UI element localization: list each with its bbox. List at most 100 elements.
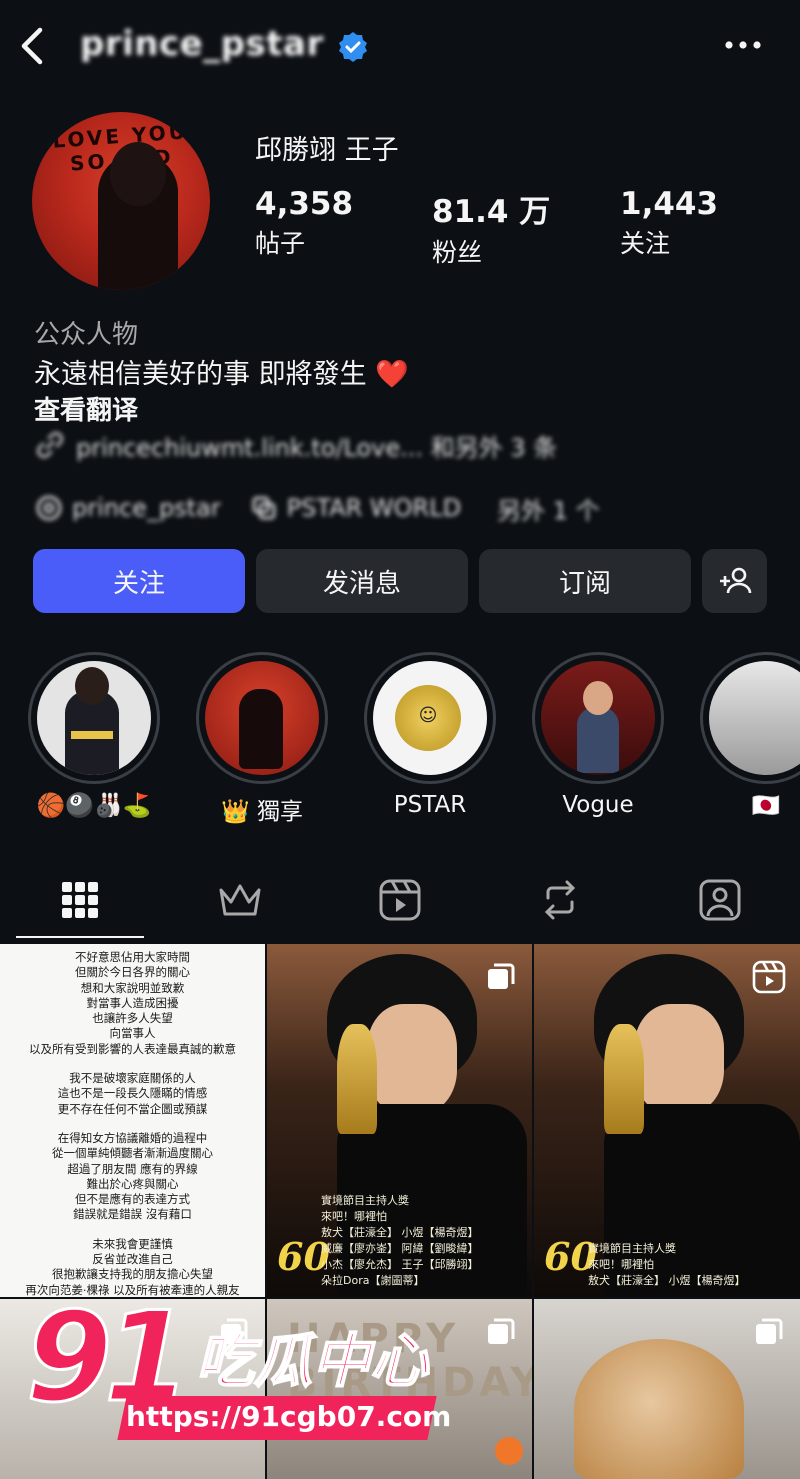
stat-posts-count: 4,358: [255, 186, 354, 222]
highlight-pstar[interactable]: ☺ PSTAR: [364, 652, 496, 818]
profile-link-text: princechiuwmt.link.to/Love... 和另外 3 条: [76, 433, 558, 462]
reels-icon: [379, 879, 421, 921]
carousel-icon: [221, 1318, 248, 1344]
bio-text: 永遠相信美好的事 即將發生: [34, 359, 367, 390]
highlight-exclusive[interactable]: 👑 獨享: [196, 652, 328, 825]
face-shape: [367, 1004, 457, 1114]
dog-shape: [574, 1339, 744, 1479]
award-caption-line: 敖犬【莊濠全】 小煜【楊奇煜】: [321, 1226, 479, 1239]
tab-reels[interactable]: [367, 868, 433, 932]
back-button[interactable]: [14, 22, 50, 70]
suggested-accounts-button[interactable]: [702, 549, 767, 613]
award-caption: 實境節目主持人獎 來吧！哪裡怕 敖犬【莊濠全】 小煜【楊奇煜】 威廉【廖亦崟】 …: [321, 1193, 479, 1289]
carousel-icon: [488, 963, 515, 989]
heart-emoji: ❤️: [375, 359, 409, 390]
more-horizontal-icon: [725, 41, 761, 49]
profile-link[interactable]: princechiuwmt.link.to/Love... 和另外 3 条: [34, 426, 557, 464]
highlight-japan-image: [709, 661, 800, 775]
tab-exclusive[interactable]: [207, 868, 273, 932]
stat-followers-count: 81.4 万: [432, 194, 551, 230]
tagged-icon: [699, 879, 741, 921]
follow-button[interactable]: 关注: [33, 549, 245, 613]
stat-following-count: 1,443: [620, 186, 719, 222]
apology-line: 錯誤就是錯誤 沒有藉口: [73, 1207, 192, 1222]
trophy-shape: [604, 1024, 644, 1134]
apology-line: 但關於今日各界的關心: [75, 965, 190, 980]
apology-line: 也讓許多人失望: [92, 1011, 173, 1026]
apology-line: 在得知女方協議離婚的過程中: [57, 1130, 208, 1145]
chevron-left-icon: [21, 27, 43, 65]
apology-line: 不好意思佔用大家時間: [75, 950, 190, 964]
highlight-pstar-image: ☺: [373, 661, 487, 775]
channel-icon: [252, 496, 276, 520]
highlight-vogue[interactable]: Vogue: [532, 652, 664, 818]
face-shape: [634, 1004, 724, 1114]
award-caption-line: 威廉【廖亦崟】 阿緯【劉畯緯】: [321, 1242, 479, 1255]
highlight-vogue-caption: Vogue: [562, 792, 634, 818]
apology-line: 很抱歉讓支持我的朋友擔心失望: [52, 1267, 213, 1282]
stat-posts-label: 帖子: [255, 229, 306, 258]
apology-line: 我不是破壞家庭關係的人: [69, 1071, 196, 1086]
apology-spacer: [0, 1223, 265, 1237]
apology-line: 更不存在任何不當企圖或預謀: [57, 1101, 208, 1116]
tab-posts[interactable]: [47, 868, 113, 932]
display-name: 邱勝翊 王子: [255, 135, 399, 166]
tab-reposts[interactable]: [527, 868, 593, 932]
highlight-ring: [532, 652, 664, 784]
subscribe-button[interactable]: 订阅: [479, 549, 691, 613]
apology-line: 未來我會更謹慎: [92, 1236, 173, 1251]
channel-name: PSTAR WORLD: [286, 494, 462, 522]
more-channels: 另外 1 个: [497, 496, 600, 525]
apology-line: 超過了朋友間 應有的界線: [67, 1161, 198, 1176]
post-dog-photo[interactable]: [534, 1299, 800, 1479]
repost-icon: [544, 880, 576, 920]
birthday-balloons-text: HAPPY BIRTHDAY: [287, 1316, 532, 1406]
award-caption: 實境節目主持人獎 來吧！哪裡怕 敖犬【莊濠全】 小煜【楊奇煜】: [588, 1241, 746, 1289]
stat-following-label: 关注: [620, 229, 671, 258]
tab-tagged[interactable]: [687, 868, 753, 932]
threads-handle: prince_pstar: [72, 494, 221, 522]
trophy-shape: [337, 1024, 377, 1134]
apology-line: 以及所有受到影響的人表達最真誠的歉意: [29, 1041, 236, 1056]
apology-line: 從一個單純傾聽者漸漸過度關心: [52, 1146, 213, 1161]
highlight-sports[interactable]: 🏀🎱🎳⛳: [28, 652, 160, 819]
carousel-icon: [488, 1318, 515, 1344]
post-award-photo[interactable]: 60 實境節目主持人獎 來吧！哪裡怕 敖犬【莊濠全】 小煜【楊奇煜】 威廉【廖亦…: [267, 944, 532, 1297]
highlight-sports-caption: 🏀🎱🎳⛳: [36, 793, 152, 819]
post-apology-text[interactable]: 不好意思佔用大家時間 但關於今日各界的關心 想和大家說明並致歉 對當事人造成困擾 也讓許…: [0, 944, 265, 1297]
highlight-japan[interactable]: 🇯🇵: [700, 652, 800, 819]
reels-icon: [752, 960, 786, 994]
profile-header: prince_pstar: [0, 0, 800, 92]
award-caption-line: 來吧！哪裡怕: [321, 1210, 387, 1223]
avatar-head: [110, 142, 166, 206]
apology-line: 再次向范姜·棵祿 以及所有被牽連的人親友: [25, 1282, 240, 1297]
see-translation-link[interactable]: 查看翻译: [34, 390, 138, 427]
apology-spacer: [0, 1057, 265, 1071]
post-photo-4[interactable]: [0, 1299, 265, 1479]
grid-icon: [62, 882, 98, 918]
apology-line: 對當事人造成困擾: [86, 995, 179, 1010]
apology-line: 但不是應有的表達方式: [75, 1192, 190, 1207]
highlight-pstar-caption: PSTAR: [393, 792, 467, 818]
award-caption-line: 實境節目主持人獎: [588, 1242, 676, 1255]
threads-icon: [36, 495, 62, 521]
stat-posts[interactable]: 4,358 帖子: [255, 186, 353, 260]
linked-accounts-row[interactable]: prince_pstar PSTAR WORLD 另外 1 个: [34, 489, 628, 527]
verified-badge-icon: [339, 32, 367, 62]
apology-line: 難出於心疼與關心: [86, 1176, 179, 1191]
post-award-reel[interactable]: 60 實境節目主持人獎 來吧！哪裡怕 敖犬【莊濠全】 小煜【楊奇煜】: [534, 944, 800, 1297]
profile-bio: 永遠相信美好的事 即將發生 ❤️: [34, 352, 409, 391]
message-button[interactable]: 发消息: [256, 549, 468, 613]
more-options-button[interactable]: [718, 30, 768, 60]
award-caption-line: 朵拉Dora【謝圖蒂】: [321, 1274, 425, 1287]
highlight-ring: [196, 652, 328, 784]
post-birthday[interactable]: HAPPY BIRTHDAY: [267, 1299, 532, 1479]
highlight-sports-image: [37, 661, 151, 775]
highlight-ring: [700, 652, 800, 784]
stat-followers[interactable]: 81.4 万 粉丝: [432, 186, 550, 269]
stat-following[interactable]: 1,443 关注: [620, 186, 718, 260]
award-caption-line: 實境節目主持人獎: [321, 1194, 409, 1207]
highlight-ring: [28, 652, 160, 784]
highlight-ring: ☺: [364, 652, 496, 784]
profile-avatar[interactable]: LOVE YOU SO BAD: [32, 112, 210, 290]
